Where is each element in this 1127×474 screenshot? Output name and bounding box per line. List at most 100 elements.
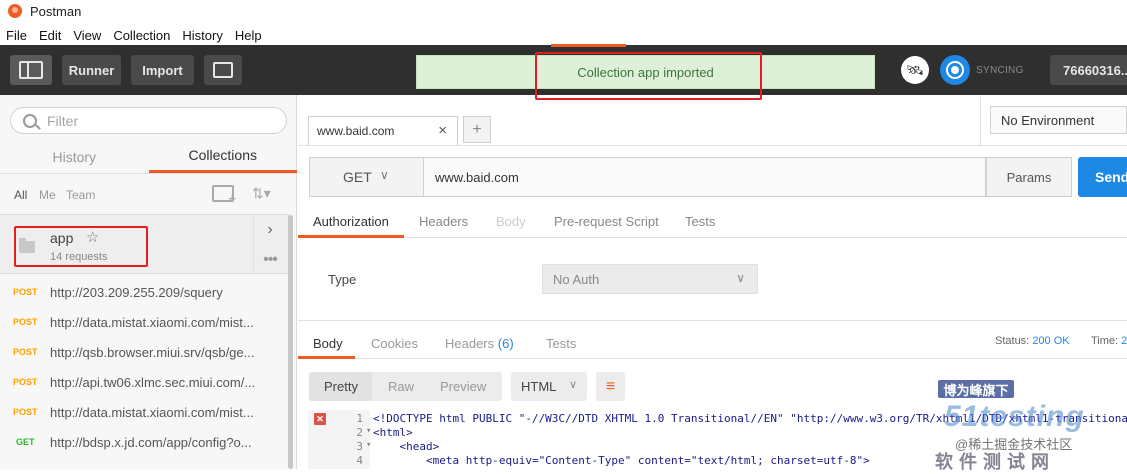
code-text: <meta http-equiv="Content-Type" content=… bbox=[373, 454, 870, 467]
watermark-brand: 51testing bbox=[944, 400, 1085, 433]
view-raw-button[interactable]: Raw bbox=[388, 379, 414, 394]
collection-filters: All Me Team + ⇅▾ bbox=[0, 182, 297, 208]
request-url: http://qsb.browser.miui.srv/qsb/ge... bbox=[50, 344, 255, 360]
request-item[interactable]: POST http://data.mistat.xiaomi.com/mist.… bbox=[0, 397, 289, 427]
request-item[interactable]: POST http://data.mistat.xiaomi.com/mist.… bbox=[0, 307, 289, 337]
line-number: 2 bbox=[356, 426, 363, 439]
tab-headers[interactable]: Headers bbox=[419, 214, 468, 229]
chevron-down-icon: ∨ bbox=[736, 271, 745, 285]
sidebar-scrollbar[interactable] bbox=[288, 215, 293, 469]
error-marker-icon: ✕ bbox=[314, 413, 326, 425]
line-number: 3 bbox=[356, 440, 363, 453]
tab-response-tests[interactable]: Tests bbox=[546, 336, 576, 351]
request-tabs: Authorization Headers Body Pre-request S… bbox=[298, 205, 1127, 238]
fold-icon[interactable]: ▾ bbox=[366, 426, 371, 436]
time-label: Time: bbox=[1091, 335, 1119, 347]
tab-pre-request-script[interactable]: Pre-request Script bbox=[554, 214, 659, 229]
menu-help[interactable]: Help bbox=[229, 28, 268, 43]
request-url: http://data.mistat.xiaomi.com/mist... bbox=[50, 314, 254, 330]
chevron-down-icon: ∨ bbox=[380, 168, 389, 182]
tab-tests[interactable]: Tests bbox=[685, 214, 715, 229]
auth-type-select[interactable]: No Auth ∨ bbox=[542, 264, 758, 294]
toggle-sidebar-button[interactable] bbox=[10, 55, 52, 85]
close-icon[interactable]: × bbox=[438, 122, 447, 139]
sidebar-tabs: History Collections bbox=[0, 140, 297, 174]
environment-select[interactable]: No Environment bbox=[990, 106, 1127, 134]
window-title: Postman bbox=[30, 3, 82, 19]
menu-file[interactable]: File bbox=[0, 28, 33, 43]
line-number: 1 bbox=[356, 412, 363, 425]
interceptor-button[interactable]: 🛰 bbox=[901, 56, 929, 84]
more-icon: ••• bbox=[263, 250, 278, 268]
watermark-badge: 博为峰旗下 bbox=[938, 380, 1014, 398]
request-item[interactable]: POST http://api.tw06.xlmc.sec.miui.com/.… bbox=[0, 367, 289, 397]
menu-collection[interactable]: Collection bbox=[107, 28, 176, 43]
filter-team[interactable]: Team bbox=[66, 188, 95, 202]
title-bar: Postman bbox=[0, 0, 1127, 22]
filter-all[interactable]: All bbox=[14, 188, 27, 202]
search-icon bbox=[23, 113, 37, 128]
filter-me[interactable]: Me bbox=[39, 188, 56, 202]
menu-history[interactable]: History bbox=[176, 28, 228, 43]
chevron-right-icon: › bbox=[267, 220, 273, 238]
method-value: GET bbox=[343, 169, 372, 185]
tab-cookies[interactable]: Cookies bbox=[371, 336, 418, 351]
add-tab-button[interactable]: + bbox=[463, 116, 491, 143]
request-url: http://data.mistat.xiaomi.com/mist... bbox=[50, 404, 254, 420]
request-tab[interactable]: www.baid.com × bbox=[308, 116, 458, 145]
sync-status-button[interactable] bbox=[940, 55, 970, 85]
request-url: http://api.tw06.xlmc.sec.miui.com/... bbox=[50, 374, 256, 390]
sidebar-filter-input[interactable]: Filter bbox=[10, 107, 287, 134]
collection-more-button[interactable]: ••• bbox=[253, 245, 286, 274]
highlight-box-collection bbox=[14, 226, 148, 267]
tab-history[interactable]: History bbox=[0, 140, 149, 173]
new-window-icon bbox=[213, 62, 233, 78]
request-url: http://bdsp.x.jd.com/app/config?o... bbox=[50, 434, 252, 450]
request-method: POST bbox=[13, 407, 38, 417]
tab-authorization[interactable]: Authorization bbox=[313, 214, 389, 229]
request-item[interactable]: POST http://qsb.browser.miui.srv/qsb/ge.… bbox=[0, 337, 289, 367]
new-collection-icon[interactable]: + bbox=[212, 185, 236, 206]
format-select[interactable]: HTML ∨ bbox=[511, 372, 587, 401]
url-input[interactable]: www.baid.com bbox=[424, 157, 986, 197]
new-window-button[interactable] bbox=[204, 55, 242, 85]
satellite-icon: 🛰 bbox=[906, 61, 924, 78]
response-headers-label: Headers bbox=[445, 336, 495, 351]
tab-response-body[interactable]: Body bbox=[313, 336, 343, 351]
auth-type-value: No Auth bbox=[553, 271, 600, 287]
view-preview-button[interactable]: Preview bbox=[440, 379, 486, 394]
import-button[interactable]: Import bbox=[131, 55, 194, 85]
menu-view[interactable]: View bbox=[67, 28, 107, 43]
send-button[interactable]: Send bbox=[1078, 157, 1127, 197]
expand-collection-button[interactable]: › bbox=[253, 214, 286, 245]
toast-progress-bar bbox=[551, 44, 626, 47]
response-headers-count: (6) bbox=[497, 336, 514, 351]
sync-icon bbox=[946, 61, 964, 79]
request-method: POST bbox=[13, 377, 38, 387]
tab-strip-divider bbox=[298, 145, 1127, 146]
tab-body[interactable]: Body bbox=[496, 214, 526, 229]
request-method: POST bbox=[13, 287, 38, 297]
response-status: Status: 200 OK bbox=[995, 335, 1070, 347]
request-method: GET bbox=[16, 437, 35, 447]
wrap-icon: ≡ bbox=[605, 377, 616, 395]
tab-collections[interactable]: Collections bbox=[148, 140, 297, 173]
format-value: HTML bbox=[521, 379, 557, 394]
runner-button[interactable]: Runner bbox=[62, 55, 121, 85]
auth-type-label: Type bbox=[328, 272, 357, 287]
sort-icon[interactable]: ⇅▾ bbox=[252, 185, 271, 202]
view-mode-group: Pretty Raw Preview bbox=[309, 372, 502, 401]
active-response-tab-indicator bbox=[298, 356, 355, 359]
request-item[interactable]: GET http://bdsp.x.jd.com/app/config?o... bbox=[0, 427, 289, 457]
params-button[interactable]: Params bbox=[986, 157, 1072, 197]
user-account-button[interactable]: 76660316... bbox=[1050, 55, 1127, 85]
status-label: Status: bbox=[995, 335, 1030, 347]
view-pretty-button[interactable]: Pretty bbox=[324, 379, 358, 394]
response-time: Time: 2 bbox=[1091, 335, 1127, 347]
request-item[interactable]: POST http://203.209.255.209/squery bbox=[0, 277, 289, 307]
wrap-lines-button[interactable]: ≡ bbox=[596, 372, 625, 401]
fold-icon[interactable]: ▾ bbox=[366, 440, 371, 450]
menu-edit[interactable]: Edit bbox=[33, 28, 67, 43]
tab-response-headers[interactable]: Headers (6) bbox=[445, 336, 514, 351]
method-select[interactable]: GET ∨ bbox=[309, 157, 424, 197]
